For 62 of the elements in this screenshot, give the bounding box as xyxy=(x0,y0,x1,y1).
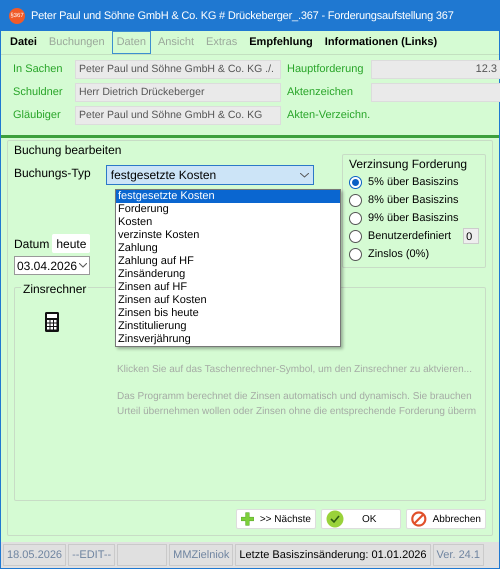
text-field[interactable]: Peter Paul und Söhne GmbH & Co. KG xyxy=(75,106,281,125)
radio-button[interactable] xyxy=(349,194,362,206)
status-bar-cell: MMZielniok xyxy=(169,544,234,566)
today-button[interactable]: heute xyxy=(52,234,90,253)
dropdown-option[interactable]: Zahlung auf HF xyxy=(116,255,340,268)
field-label: In Sachen xyxy=(13,62,64,78)
dialog-button[interactable]: OK xyxy=(321,509,401,529)
dialog-button[interactable]: >> Nächste xyxy=(236,509,316,529)
dropdown-option[interactable]: Zahlung xyxy=(116,242,340,255)
dropdown-option[interactable]: Zinstitulierung xyxy=(116,320,340,333)
dropdown-option[interactable]: Kosten xyxy=(116,216,340,229)
group-title: Verzinsung Forderung xyxy=(349,156,468,173)
prohibited-icon xyxy=(411,510,427,528)
menu-item[interactable]: Empfehlung xyxy=(244,31,318,54)
dropdown-option[interactable]: Forderung xyxy=(116,203,340,216)
plus-icon xyxy=(241,512,254,526)
menu-item[interactable]: Datei xyxy=(5,31,42,54)
date-picker[interactable]: 03.04.2026 xyxy=(14,256,90,275)
field-label: Gläubiger xyxy=(13,108,62,124)
radio-button[interactable] xyxy=(349,176,362,188)
dropdown-option[interactable]: Zinsen auf HF xyxy=(116,281,340,294)
chevron-down-icon xyxy=(300,172,309,178)
radio-button[interactable] xyxy=(349,248,362,260)
hint-text: Klicken Sie auf das Taschenrechner-Symbol, um den Zinsrechner zu aktvieren... xyxy=(117,363,473,377)
field-label: Aktenzeichen xyxy=(287,85,354,100)
info-text: Urteil übernehmen wollen oder Zinsen ohne die entsprechende Forderung überm xyxy=(117,405,478,419)
booking-type-select[interactable]: festgesetzte Kosten xyxy=(106,165,314,185)
menu-item[interactable]: Informationen (Links) xyxy=(320,31,442,54)
radio-label: Benutzerdefiniert xyxy=(368,228,452,244)
text-field[interactable]: Herr Dietrich Drückeberger xyxy=(75,83,281,102)
window-title: Peter Paul und Söhne GmbH & Co. KG # Drückeberger_.367 - Forderungsaufstellung 367 xyxy=(31,8,454,24)
calculator-icon[interactable] xyxy=(45,312,59,332)
dropdown-option[interactable]: Zinsverjährung xyxy=(116,333,340,346)
rate-field[interactable]: 0 xyxy=(463,228,479,244)
text-field[interactable]: Peter Paul und Söhne GmbH & Co. KG ./. xyxy=(75,60,281,79)
chevron-down-icon xyxy=(79,263,87,268)
field-label: Schuldner xyxy=(13,85,64,100)
radio-label: 9% über Basiszins xyxy=(368,210,458,226)
text-field[interactable] xyxy=(371,83,500,102)
radio-button[interactable] xyxy=(349,230,362,242)
radio-label: Zinslos (0%) xyxy=(368,246,430,262)
dropdown-option[interactable]: Zinsänderung xyxy=(116,268,340,281)
dropdown-option[interactable]: verzinste Kosten xyxy=(116,229,340,242)
status-bar-cell: Ver. 24.1 xyxy=(432,544,484,566)
field-label: Hauptforderung xyxy=(287,62,364,78)
field-label: Akten-Verzeichn. xyxy=(287,108,371,124)
status-bar-cell: 18.05.2026 xyxy=(3,544,66,566)
dropdown-option[interactable]: festgesetzte Kosten xyxy=(116,190,340,203)
radio-label: 5% über Basiszins xyxy=(368,174,458,190)
radio-button[interactable] xyxy=(349,212,362,224)
dropdown-option[interactable]: Zinsen auf Kosten xyxy=(116,294,340,307)
group-title: Buchung bearbeiten xyxy=(14,142,122,159)
status-bar-cell: --EDIT-- xyxy=(68,544,116,566)
checkmark-icon xyxy=(326,510,344,528)
field-label: Datum xyxy=(14,236,50,252)
dialog-button[interactable]: Abbrechen xyxy=(406,509,486,529)
field-label: Buchungs-Typ xyxy=(14,165,92,182)
radio-label: 8% über Basiszins xyxy=(368,192,458,208)
status-bar-cell: Letzte Basiszinsänderung: 01.01.2026 xyxy=(235,544,431,566)
info-text: Das Programm berechnet die Zinsen automatisch und dynamisch. Sie brauchen xyxy=(117,390,473,404)
text-field[interactable]: 12.3 xyxy=(371,60,500,79)
dropdown-option[interactable]: Zinsen bis heute xyxy=(116,307,340,320)
